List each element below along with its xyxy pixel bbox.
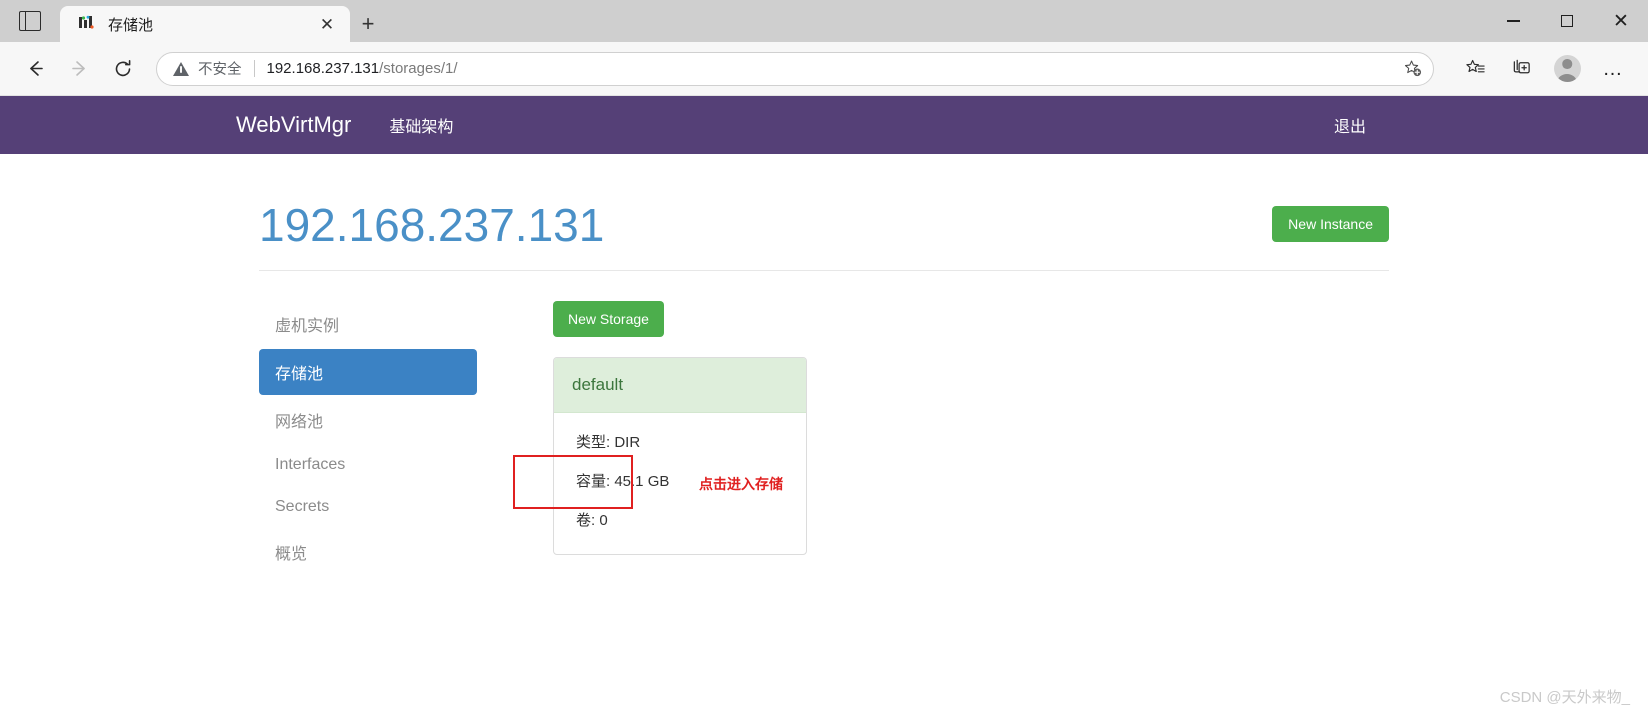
page-header: 192.168.237.131 New Instance	[259, 194, 1389, 271]
storage-volumes-line: 卷: 0	[576, 512, 608, 529]
page-title: 192.168.237.131	[259, 199, 605, 251]
app-navbar: WebVirtMgr 基础架构 退出	[0, 96, 1648, 154]
browser-tab[interactable]: 存储池 ✕	[60, 6, 350, 42]
web-page-content: WebVirtMgr 基础架构 退出 192.168.237.131 New I…	[0, 96, 1648, 719]
url-host: 192.168.237.131	[266, 60, 380, 77]
profile-avatar-icon[interactable]	[1548, 50, 1586, 88]
sidebar-item-interfaces[interactable]: Interfaces	[259, 445, 477, 485]
tab-list-icon[interactable]	[19, 11, 41, 31]
new-tab-button[interactable]: +	[350, 6, 386, 42]
not-secure-warning-icon	[173, 61, 189, 76]
favorites-list-icon[interactable]	[1456, 50, 1494, 88]
back-button[interactable]	[16, 50, 54, 88]
sidebar-item-storages[interactable]: 存储池	[259, 349, 477, 395]
logout-link[interactable]: 退出	[1334, 113, 1366, 137]
app-brand[interactable]: WebVirtMgr	[236, 112, 351, 138]
maximize-button[interactable]	[1540, 0, 1594, 42]
url-path: /storages/1/	[379, 60, 458, 77]
sidebar-item-networks[interactable]: 网络池	[259, 397, 477, 443]
watermark: CSDN @天外来物_	[1499, 689, 1630, 706]
page-container: 192.168.237.131 New Instance 虚机实例 存储池 网络…	[259, 154, 1389, 577]
browser-window: 存储池 ✕ + ✕ 不安全 192.168.237.131/storages/1…	[0, 0, 1648, 719]
sidebar-item-secrets[interactable]: Secrets	[259, 487, 477, 527]
minimize-button[interactable]	[1486, 0, 1540, 42]
new-instance-button[interactable]: New Instance	[1272, 206, 1389, 242]
window-controls: ✕	[1486, 0, 1648, 42]
address-bar[interactable]: 不安全 192.168.237.131/storages/1/	[156, 51, 1434, 86]
sidebar-nav: 虚机实例 存储池 网络池 Interfaces Secrets 概览	[259, 301, 515, 577]
browser-toolbar: 不安全 192.168.237.131/storages/1/ …	[0, 42, 1648, 96]
avatar	[1553, 55, 1581, 82]
collections-add-icon[interactable]	[1502, 50, 1540, 88]
page-body: 虚机实例 存储池 网络池 Interfaces Secrets 概览 New S…	[259, 271, 1389, 577]
new-storage-button[interactable]: New Storage	[553, 301, 664, 337]
tab-title: 存储池	[108, 16, 154, 34]
browser-titlebar: 存储池 ✕ + ✕	[0, 0, 1648, 42]
url-text: 192.168.237.131/storages/1/	[267, 60, 458, 77]
reload-button[interactable]	[104, 50, 142, 88]
sidebar-item-instances[interactable]: 虚机实例	[259, 301, 477, 347]
storage-pool-card: default 类型: DIR 容量: 45.1 GB 卷: 0	[553, 357, 807, 555]
nav-link-infrastructure[interactable]: 基础架构	[389, 113, 453, 137]
annotation-callout-text: 点击进入存储	[699, 476, 783, 492]
settings-and-more-button[interactable]: …	[1594, 50, 1632, 88]
close-window-button[interactable]: ✕	[1594, 0, 1648, 42]
storage-type-line: 类型: DIR	[576, 434, 641, 451]
storage-pool-name-link[interactable]: default	[554, 358, 806, 413]
security-status-label[interactable]: 不安全	[198, 58, 242, 79]
sidebar-item-overview[interactable]: 概览	[259, 529, 477, 575]
star-add-icon[interactable]	[1397, 54, 1427, 84]
webvirtmgr-favicon	[78, 15, 96, 33]
forward-button[interactable]	[60, 50, 98, 88]
tab-actions-menu[interactable]	[0, 0, 60, 42]
omnibox-divider	[253, 60, 255, 77]
tab-close-icon[interactable]: ✕	[314, 11, 340, 37]
ellipsis-icon: …	[1602, 57, 1624, 80]
main-content: New Storage default 类型: DIR 容量: 45.1 GB …	[515, 301, 1389, 577]
